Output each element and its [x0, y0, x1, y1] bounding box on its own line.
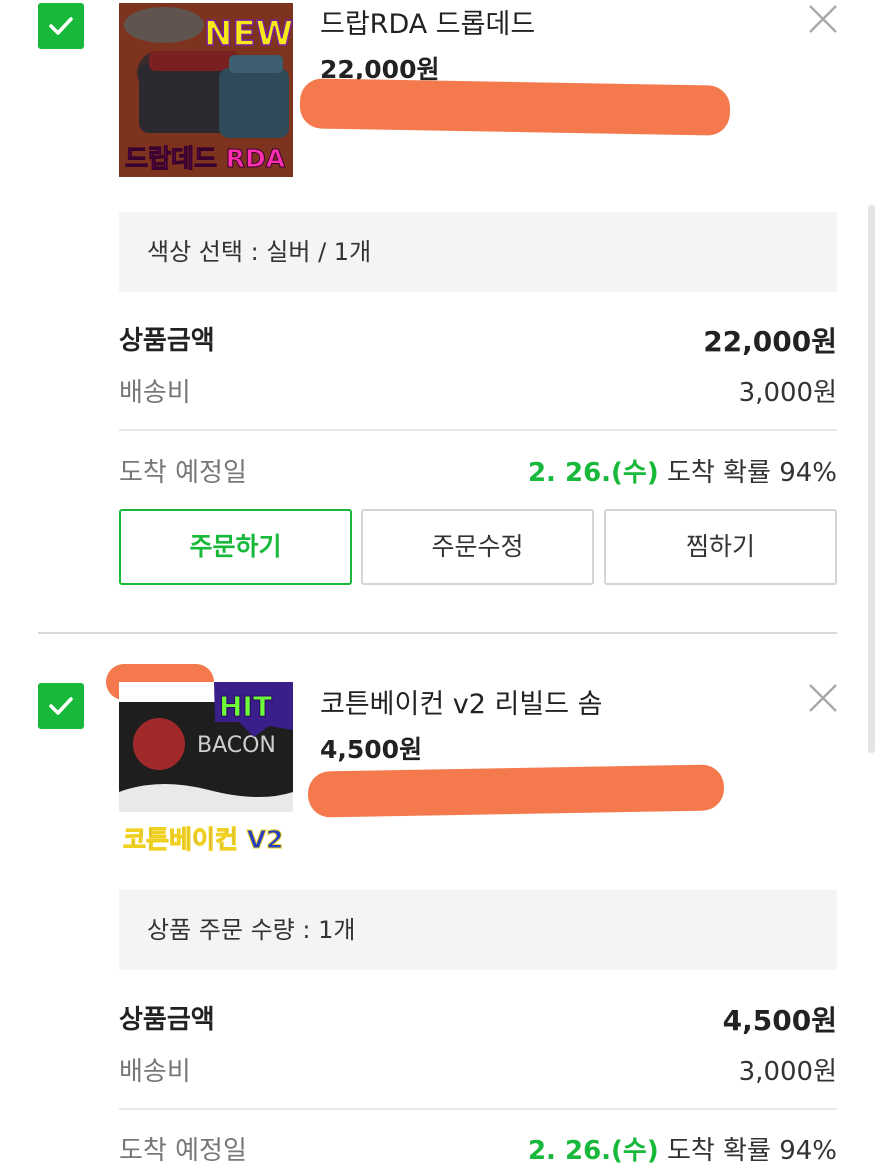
thumb-caption: 드랍데드 RDA: [125, 144, 286, 173]
product-thumbnail[interactable]: BACON HIT 코튼베이컨 V2: [119, 682, 293, 856]
thumb-badge: NEW: [204, 14, 293, 54]
amount-label: 상품금액: [119, 326, 215, 356]
arrival-row: 도착 예정일 2. 26.(수) 도착 확률 94%: [119, 452, 837, 492]
order-button[interactable]: 주문하기: [119, 509, 352, 585]
amount-label: 상품금액: [119, 1005, 215, 1035]
thumb-caption: 코튼베이컨 V2: [123, 825, 283, 854]
divider: [119, 429, 837, 431]
wishlist-button[interactable]: 찜하기: [604, 509, 837, 585]
amount-value: 22,000원: [703, 325, 837, 358]
item-checkbox[interactable]: [38, 3, 84, 49]
product-thumbnail[interactable]: NEW 드랍데드 RDA: [119, 3, 293, 177]
arrival-label: 도착 예정일: [119, 458, 247, 488]
amount-row: 상품금액 22,000원: [119, 320, 837, 360]
close-icon[interactable]: [807, 3, 839, 35]
checkmark-icon: [49, 697, 73, 715]
shipping-value: 3,000원: [738, 378, 837, 408]
close-icon[interactable]: [807, 682, 839, 714]
action-buttons: 주문하기 주문수정 찜하기: [119, 509, 837, 585]
option-summary: 상품 주문 수량 : 1개: [119, 890, 837, 970]
arrival-row: 도착 예정일 2. 26.(수) 도착 확률 94%: [119, 1130, 837, 1167]
amount-value: 4,500원: [722, 1004, 837, 1037]
product-price: 4,500원: [320, 735, 423, 764]
product-name[interactable]: 드랍RDA 드롭데드: [320, 2, 535, 41]
shipping-value: 3,000원: [738, 1057, 837, 1087]
product-name[interactable]: 코튼베이컨 v2 리빌드 솜: [320, 682, 602, 721]
scrollbar[interactable]: [868, 205, 875, 753]
thumb-badge: HIT: [219, 690, 272, 723]
arrival-probability: 도착 확률 94%: [658, 1136, 837, 1166]
checkmark-icon: [49, 17, 73, 35]
shipping-row: 배송비 3,000원: [119, 372, 837, 412]
modify-order-button[interactable]: 주문수정: [361, 509, 594, 585]
svg-text:BACON: BACON: [197, 733, 276, 758]
divider: [119, 1108, 837, 1110]
shipping-row: 배송비 3,000원: [119, 1051, 837, 1091]
arrival-date: 2. 26.(수): [527, 458, 659, 488]
option-summary: 색상 선택 : 실버 / 1개: [119, 212, 837, 292]
redaction-mark: [299, 78, 731, 136]
shipping-label: 배송비: [119, 1057, 191, 1087]
redaction-mark: [307, 764, 725, 818]
arrival-value: 2. 26.(수) 도착 확률 94%: [528, 1130, 837, 1167]
arrival-value: 2. 26.(수) 도착 확률 94%: [528, 452, 837, 489]
amount-row: 상품금액 4,500원: [119, 999, 837, 1039]
arrival-label: 도착 예정일: [119, 1136, 247, 1166]
arrival-date: 2. 26.(수): [527, 1136, 659, 1166]
item-checkbox[interactable]: [38, 683, 84, 729]
arrival-probability: 도착 확률 94%: [658, 458, 837, 488]
section-divider: [38, 632, 837, 634]
shipping-label: 배송비: [119, 378, 191, 408]
